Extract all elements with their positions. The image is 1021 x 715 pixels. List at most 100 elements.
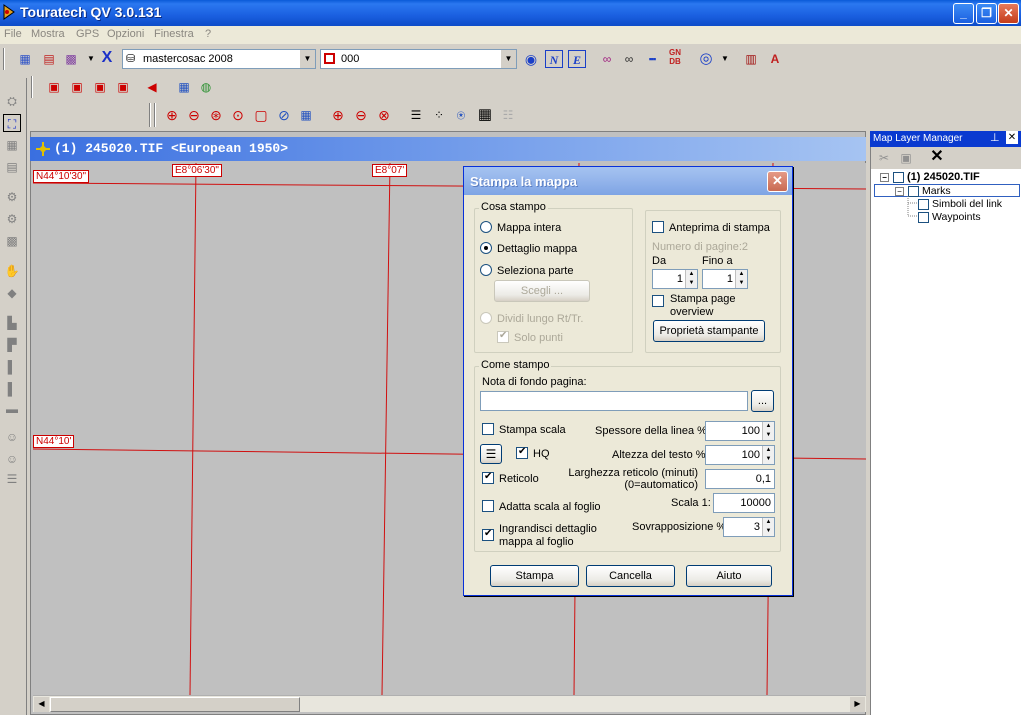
delete-x-icon[interactable]: X (98, 49, 116, 67)
scala-input[interactable]: 10000 (713, 493, 775, 513)
menu-mostra[interactable]: Mostra (31, 28, 65, 40)
map-open-icon[interactable]: ▦ (16, 50, 34, 68)
checkbox-adatta-scala[interactable]: Adatta scala al foglio (482, 500, 601, 513)
target-icon[interactable]: ◎ (697, 50, 715, 68)
east-icon[interactable]: E (568, 50, 586, 68)
map-refresh-icon[interactable]: ▦ (297, 106, 315, 124)
scatter-icon[interactable]: ⁘ (430, 106, 448, 124)
scegli-button[interactable]: Scegli ... (494, 280, 590, 302)
tool-doc-icon[interactable]: ▤ (3, 158, 21, 176)
photo-icon[interactable]: ▦ (175, 78, 193, 96)
tool-bar-icon[interactable]: ▌ (3, 358, 21, 376)
style-button[interactable]: ☰ (480, 444, 502, 464)
cancella-button[interactable]: Cancella (586, 565, 675, 587)
menu-help[interactable]: ? (205, 28, 211, 40)
nota-input[interactable] (480, 391, 748, 411)
zoom-window-icon[interactable]: ▢ (252, 106, 270, 124)
tool-diamond-icon[interactable]: ◆ (3, 284, 21, 302)
map-grid-icon[interactable]: ▩ (62, 50, 80, 68)
gndb-icon[interactable]: GN DB (666, 48, 684, 66)
delete-icon[interactable]: ✕ (928, 148, 946, 166)
menu-finestra[interactable]: Finestra (154, 28, 194, 40)
list-icon[interactable]: ☷ (499, 106, 517, 124)
spin-arrows-icon[interactable]: ▲ ▼ (762, 518, 774, 536)
spessore-spinner[interactable]: 100 ▲ ▼ (705, 421, 775, 441)
chevron-down-icon[interactable]: ▼ (500, 50, 516, 68)
chevron-down-icon[interactable]: ▼ (299, 50, 315, 68)
dialog-title-bar[interactable]: Stampa la mappa ✕ (464, 167, 792, 195)
tool-grid-icon[interactable]: ▦ (3, 136, 21, 154)
checkbox-page-overview[interactable] (652, 295, 669, 308)
tool-face2-icon[interactable]: ☺ (3, 450, 21, 468)
map-layers-icon[interactable]: ▤ (40, 50, 58, 68)
grid-icon[interactable]: ▦ (476, 106, 494, 124)
tool-split2-icon[interactable]: ▛ (3, 336, 21, 354)
app-title-bar[interactable]: Touratech QV 3.0.131 _ ❐ ✕ (0, 0, 1021, 26)
panel-close-icon[interactable]: ✕ (1006, 131, 1018, 144)
cut-icon[interactable]: ✂ (875, 149, 893, 167)
tool-hand-icon[interactable]: ✋ (3, 262, 21, 280)
tool-list-icon[interactable]: ☰ (3, 470, 21, 488)
scroll-left-icon[interactable]: ◀ (34, 697, 49, 712)
compass-icon[interactable]: ⍟ (452, 106, 470, 124)
zoom-prev-icon[interactable]: ⊘ (275, 106, 293, 124)
checkbox[interactable] (893, 171, 904, 183)
tool-select-icon[interactable]: ⛶ (3, 114, 21, 132)
checkbox-ingrandisci[interactable] (482, 528, 499, 542)
collapse-icon[interactable]: − (895, 186, 904, 196)
find-icon[interactable]: ∞ (620, 50, 638, 68)
spin-arrows-icon[interactable]: ▲ ▼ (685, 270, 697, 288)
tool-pattern-icon[interactable]: ▩ (3, 232, 21, 250)
checkbox-stampa-scala[interactable]: Stampa scala (482, 423, 566, 436)
browse-button[interactable]: ... (751, 390, 774, 412)
waypoint-add-icon[interactable]: ▣ (45, 78, 63, 96)
radio-dividi[interactable]: Dividi lungo Rt/Tr. (480, 312, 583, 325)
binoculars-icon[interactable]: ∞ (598, 50, 616, 68)
layer-delete-icon[interactable]: ⊗ (375, 106, 393, 124)
da-spinner[interactable]: 1 ▲ ▼ (652, 269, 698, 289)
checkbox-hq[interactable]: HQ (516, 446, 550, 460)
zoom-area-icon[interactable]: ⊙ (229, 106, 247, 124)
flag-icon[interactable]: ◀ (143, 78, 161, 96)
tool-gear-icon[interactable]: ⚙ (3, 188, 21, 206)
scroll-thumb[interactable] (50, 697, 300, 712)
tree-simboli[interactable]: Simboli del link (918, 198, 1002, 210)
tree-root[interactable]: − (1) 245020.TIF (880, 171, 980, 183)
dialog-close-icon[interactable]: ✕ (767, 171, 788, 192)
report-icon[interactable]: ▥ (742, 50, 760, 68)
tool-split-icon[interactable]: ▙ (3, 314, 21, 332)
font-icon[interactable]: A (766, 50, 784, 68)
tool-pointer-icon[interactable]: ⛭ (3, 92, 21, 110)
waypoint-edit-icon[interactable]: ▣ (68, 78, 86, 96)
map-select[interactable]: ⛁ mastercosac 2008 ▼ (122, 49, 316, 69)
spin-arrows-icon[interactable]: ▲ ▼ (762, 422, 774, 440)
fino-spinner[interactable]: 1 ▲ ▼ (702, 269, 748, 289)
track-icon[interactable]: ▣ (114, 78, 132, 96)
checkbox-solo-punti[interactable]: Solo punti (497, 330, 563, 344)
close-button[interactable]: ✕ (998, 3, 1019, 24)
eye-icon[interactable]: ◉ (522, 50, 540, 68)
altezza-spinner[interactable]: 100 ▲ ▼ (705, 445, 775, 465)
sovrapposizione-spinner[interactable]: 3 ▲ ▼ (723, 517, 775, 537)
menu-gps[interactable]: GPS (76, 28, 99, 40)
tool-gear2-icon[interactable]: ⚙ (3, 210, 21, 228)
scroll-right-icon[interactable]: ▶ (850, 697, 865, 712)
menu-file[interactable]: File (4, 28, 22, 40)
map-hscrollbar[interactable]: ◀ ▶ (33, 695, 866, 712)
layer-add-icon[interactable]: ⊕ (329, 106, 347, 124)
route-icon[interactable]: ▣ (91, 78, 109, 96)
tool-bar2-icon[interactable]: ▌ (3, 380, 21, 398)
chevron-down-icon[interactable]: ▼ (716, 50, 734, 68)
radio-seleziona-parte[interactable]: Seleziona parte (480, 264, 573, 277)
layer-remove-icon[interactable]: ⊖ (352, 106, 370, 124)
radio-mappa-intera[interactable]: Mappa intera (480, 221, 561, 234)
proprieta-button[interactable]: Proprietà stampante (653, 320, 765, 342)
larghezza-input[interactable]: 0,1 (705, 469, 775, 489)
tree-waypoints[interactable]: Waypoints (918, 211, 981, 223)
grid-dots-icon[interactable]: ▪▪▪ (643, 50, 661, 68)
zoom-fit-icon[interactable]: ⊛ (207, 106, 225, 124)
layer-select[interactable]: 000 ▼ (320, 49, 517, 69)
minimize-button[interactable]: _ (953, 3, 974, 24)
globe-icon[interactable]: ◍ (197, 78, 215, 96)
tree-marks[interactable]: − Marks (874, 184, 1020, 197)
